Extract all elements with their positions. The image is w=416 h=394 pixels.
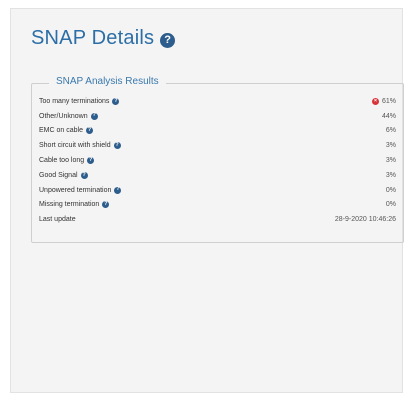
result-label: Cable too long xyxy=(39,157,85,165)
result-value: 44% xyxy=(381,112,396,120)
help-icon[interactable]: ? xyxy=(114,186,122,194)
result-label: Short circuit with shield xyxy=(39,142,111,150)
result-label: Too many terminations xyxy=(39,97,110,105)
result-row-good-signal: Good Signal ? 3% xyxy=(39,168,396,183)
results-list: Too many terminations ? × 61% Other/Unkn… xyxy=(39,94,396,227)
result-value: 0% xyxy=(385,186,396,194)
result-label: Last update xyxy=(39,216,76,224)
result-value: 0% xyxy=(385,201,396,209)
result-row-too-many-terminations: Too many terminations ? × 61% xyxy=(39,94,396,109)
help-icon[interactable]: ? xyxy=(102,201,110,209)
snap-analysis-results-group: SNAP Analysis Results Too many terminati… xyxy=(31,76,404,243)
result-label: Unpowered termination xyxy=(39,186,112,194)
result-row-short-circuit-with-shield: Short circuit with shield ? 3% xyxy=(39,138,396,153)
page-title: SNAP Details ? xyxy=(31,27,176,50)
title-help-icon[interactable]: ? xyxy=(160,32,176,48)
help-icon[interactable]: ? xyxy=(80,171,88,179)
result-value: 3% xyxy=(385,142,396,150)
result-value: 3% xyxy=(385,157,396,165)
snap-details-panel: SNAP Details ? SNAP Analysis Results Too… xyxy=(10,8,404,393)
result-row-cable-too-long: Cable too long ? 3% xyxy=(39,153,396,168)
result-row-unpowered-termination: Unpowered termination ? 0% xyxy=(39,183,396,198)
help-icon[interactable]: ? xyxy=(113,142,121,150)
result-row-missing-termination: Missing termination ? 0% xyxy=(39,198,396,213)
result-value: 61% xyxy=(381,97,396,105)
help-icon[interactable]: ? xyxy=(85,127,93,135)
help-icon[interactable]: ? xyxy=(87,157,95,165)
snap-analysis-results-legend: SNAP Analysis Results xyxy=(49,76,166,87)
result-row-last-update: Last update 28-9-2020 10:46:26 xyxy=(39,212,396,227)
last-update-timestamp: 28-9-2020 10:46:26 xyxy=(334,216,396,224)
result-label: Missing termination xyxy=(39,201,100,209)
result-label: Other/Unknown xyxy=(39,112,88,120)
help-icon[interactable]: ? xyxy=(90,112,98,120)
result-row-other-unknown: Other/Unknown ? 44% xyxy=(39,109,396,124)
result-value: 3% xyxy=(385,171,396,179)
help-icon[interactable]: ? xyxy=(112,97,120,105)
result-row-emc-on-cable: EMC on cable ? 6% xyxy=(39,124,396,139)
page-title-text: SNAP Details xyxy=(31,27,155,49)
error-icon: × xyxy=(371,97,379,105)
result-label: EMC on cable xyxy=(39,127,83,135)
result-value: 6% xyxy=(385,127,396,135)
result-label: Good Signal xyxy=(39,171,78,179)
